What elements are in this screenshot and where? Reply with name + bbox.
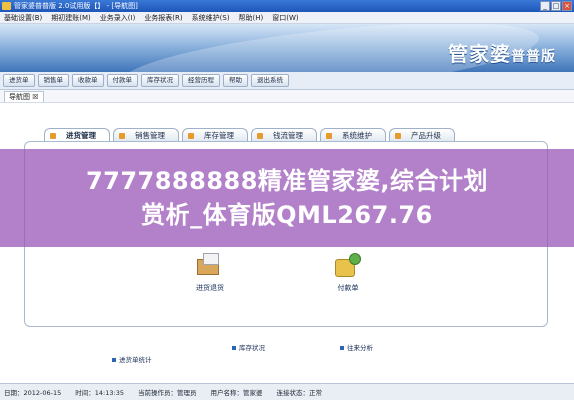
menu-business-entry[interactable]: 业务录入(I): [100, 13, 136, 23]
module-label: 进货退货: [196, 284, 224, 292]
window-controls: _ □ ×: [540, 1, 572, 11]
menu-help[interactable]: 帮助(H): [239, 13, 264, 23]
help-button[interactable]: 帮助: [223, 74, 248, 87]
link-label: 进货单统计: [119, 356, 152, 364]
document-tab-strip: 导航图 ☒: [0, 90, 574, 103]
module-label: 付款单: [337, 284, 359, 292]
status-connection: 连接状态：正常: [276, 389, 322, 397]
payment-button[interactable]: 付款单: [106, 74, 138, 87]
menu-bar: 基础设置(B) 期初建账(M) 业务录入(I) 业务报表(R) 系统维护(S) …: [0, 12, 574, 24]
watermark-line-2: 赏析_体育版QML267.76: [141, 201, 433, 229]
module-payment[interactable]: 付款单: [308, 253, 388, 293]
logo-main-text: 管家婆: [448, 42, 511, 66]
app-icon: [2, 2, 11, 10]
link-payables-analysis[interactable]: 往来分析: [340, 342, 373, 352]
menu-basic-settings[interactable]: 基础设置(B): [4, 13, 42, 23]
receipt-button[interactable]: 收款单: [72, 74, 104, 87]
toolbar: 进货单 销售单 收款单 付款单 库存状况 经营历程 帮助 退出系统: [0, 72, 574, 90]
exit-button[interactable]: 退出系统: [251, 74, 289, 87]
bullet-icon: [340, 346, 344, 350]
link-stock-status[interactable]: 库存状况: [232, 342, 265, 352]
menu-business-reports[interactable]: 业务报表(R): [144, 13, 182, 23]
stock-status-button[interactable]: 库存状况: [141, 74, 179, 87]
menu-system-maintenance[interactable]: 系统维护(S): [192, 13, 230, 23]
link-label: 库存状况: [239, 344, 265, 352]
status-operator: 当前操作员：管理员: [137, 389, 197, 397]
status-time: 时间：14:13:35: [75, 389, 124, 397]
watermark-overlay: 7777888888精准管家婆,综合计划 赏析_体育版QML267.76: [0, 149, 574, 247]
close-button[interactable]: ×: [562, 1, 572, 11]
status-date: 日期：2012-06-15: [4, 389, 62, 397]
maximize-button[interactable]: □: [551, 1, 561, 11]
brand-logo: 管家婆普普版: [448, 38, 556, 67]
bullet-icon: [232, 346, 236, 350]
business-history-button[interactable]: 经营历程: [182, 74, 220, 87]
logo-sub-text: 普普版: [511, 49, 556, 65]
menu-opening-accounts[interactable]: 期初建账(M): [51, 13, 91, 23]
link-purchase-stats[interactable]: 进货单统计: [112, 354, 152, 364]
coins-payment-icon: [333, 253, 363, 279]
minimize-button[interactable]: _: [540, 1, 550, 11]
bullet-icon: [112, 358, 116, 362]
tab-navigation-map[interactable]: 导航图 ☒: [4, 91, 44, 102]
window-title-bar: 管家婆普普版 2.0试用版【】 - [导航图] _ □ ×: [0, 0, 574, 12]
link-label: 往来分析: [347, 344, 373, 352]
status-bar: 日期：2012-06-15 时间：14:13:35 当前操作员：管理员 用户名称…: [0, 383, 574, 400]
sales-order-button[interactable]: 销售单: [37, 74, 69, 87]
app-banner: 管家婆普普版: [0, 24, 574, 72]
menu-window[interactable]: 窗口(W): [272, 13, 298, 23]
module-purchase-return[interactable]: 进货退货: [170, 253, 250, 293]
goods-box-icon: [195, 253, 225, 279]
status-username: 用户名称：管家婆: [210, 389, 263, 397]
watermark-line-1: 7777888888精准管家婆,综合计划: [85, 167, 489, 195]
purchase-order-button[interactable]: 进货单: [3, 74, 35, 87]
window-title: 管家婆普普版 2.0试用版【】 - [导航图]: [14, 2, 138, 10]
